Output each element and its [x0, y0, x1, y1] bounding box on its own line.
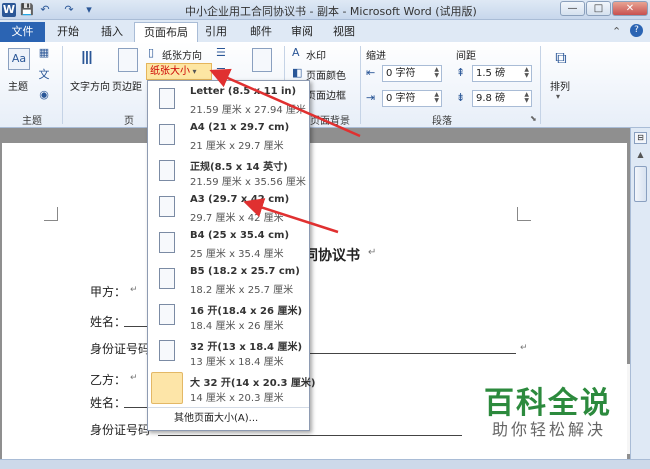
site-watermark: 百科全说 助你轻松解决	[462, 364, 630, 454]
watermark-subtitle: 助你轻松解决	[492, 420, 607, 439]
arrow-to-a3-option	[243, 198, 339, 234]
arrow-to-paper-size	[209, 68, 361, 138]
